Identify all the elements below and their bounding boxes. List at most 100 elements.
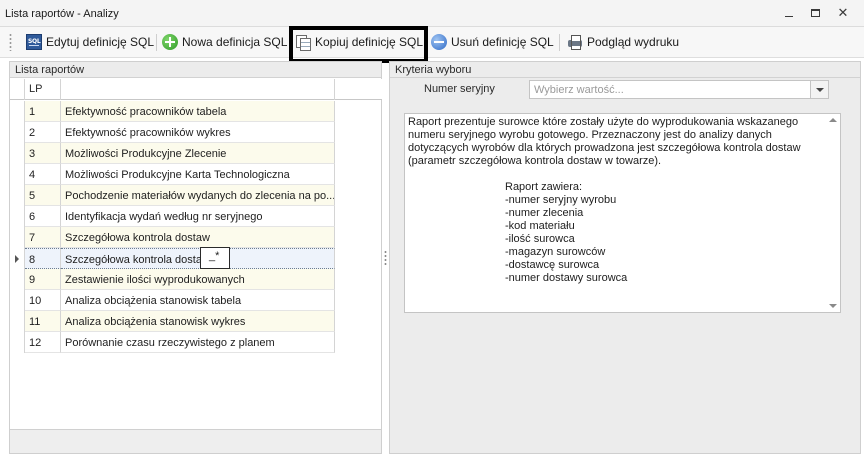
printer-icon xyxy=(567,34,583,50)
row-lp: 3 xyxy=(25,143,61,164)
serial-number-select[interactable]: Wybierz wartość... xyxy=(529,80,829,99)
maximize-button[interactable] xyxy=(804,5,826,21)
contents-line: Raport zawiera: xyxy=(505,181,583,193)
row-indicator xyxy=(10,311,25,332)
table-row[interactable]: 5 Pochodzenie materiałów wydanych do zlec… xyxy=(10,185,335,206)
row-indicator-header xyxy=(10,79,25,100)
table-row[interactable]: 6 Identyfikacja wydań według nr seryjnego xyxy=(10,206,335,227)
report-rows: 1 Efektywność pracowników tabela 2 Efektyw… xyxy=(10,101,382,353)
criteria-header: Kryteria wyboru xyxy=(390,62,860,78)
row-name: Analiza obciążenia stanowisk tabela xyxy=(61,290,335,311)
edit-sql-button[interactable]: Edytuj definicję SQL xyxy=(26,31,154,53)
row-name: Porównanie czasu rzeczywistego z planem xyxy=(61,332,335,353)
row-lp: 12 xyxy=(25,332,61,353)
row-name: Pochodzenie materiałów wydanych do zlece… xyxy=(61,185,335,206)
row-indicator xyxy=(10,269,25,290)
row-indicator xyxy=(10,101,25,122)
table-row[interactable]: 11 Analiza obciążenia stanowisk wykres xyxy=(10,311,335,332)
row-lp: 5 xyxy=(25,185,61,206)
minimize-icon xyxy=(785,15,793,17)
row-indicator xyxy=(10,227,25,248)
scroll-up-icon[interactable] xyxy=(829,118,837,122)
table-row[interactable]: 2 Efektywność pracowników wykres xyxy=(10,122,335,143)
minimize-button[interactable] xyxy=(778,5,800,21)
toolbar: Edytuj definicję SQL Nowa definicja SQL … xyxy=(0,27,864,58)
close-icon: ✕ xyxy=(837,5,849,20)
row-name: Efektywność pracowników wykres xyxy=(61,122,335,143)
row-lp: 4 xyxy=(25,164,61,185)
grid-footer xyxy=(10,429,381,453)
row-indicator-arrow-icon xyxy=(10,248,25,269)
contents-line: -magazyn surowców xyxy=(505,246,606,258)
add-icon xyxy=(162,34,178,50)
row-lp: 2 xyxy=(25,122,61,143)
title-bar: Lista raportów - Analizy ✕ xyxy=(0,0,864,27)
report-list-header: Lista raportów xyxy=(10,62,381,78)
row-lp: 11 xyxy=(25,311,61,332)
maximize-icon xyxy=(810,9,820,17)
toolbar-grip[interactable] xyxy=(9,33,12,51)
contents-line: -numer seryjny wyrobu xyxy=(505,194,617,206)
chevron-down-icon[interactable] xyxy=(810,81,828,98)
table-row[interactable]: 1 Efektywność pracowników tabela xyxy=(10,101,335,122)
row-name: Możliwości Produkcyjne Karta Technologic… xyxy=(61,164,335,185)
row-name: Analiza obciążenia stanowisk wykres xyxy=(61,311,335,332)
row-lp: 8 xyxy=(25,248,61,269)
delete-sql-label: Usuń definicję SQL xyxy=(451,35,554,49)
toolbar-separator xyxy=(156,34,157,51)
criteria-panel: Kryteria wyboru Numer seryjny Wybierz wa… xyxy=(389,61,861,454)
close-button[interactable]: ✕ xyxy=(832,5,854,21)
row-indicator xyxy=(10,143,25,164)
row-indicator xyxy=(10,185,25,206)
row-name: Efektywność pracowników tabela xyxy=(61,101,335,122)
contents-line: -kod materiału xyxy=(505,220,575,232)
row-lp: 7 xyxy=(25,227,61,248)
cell-edit-input[interactable]: _* xyxy=(200,247,230,269)
row-indicator xyxy=(10,206,25,227)
print-preview-button[interactable]: Podgląd wydruku xyxy=(567,31,679,53)
serial-number-label: Numer seryjny xyxy=(424,83,495,95)
serial-number-placeholder: Wybierz wartość... xyxy=(534,84,624,96)
toolbar-separator xyxy=(559,34,560,51)
row-name: Zestawienie ilości wyprodukowanych xyxy=(61,269,335,290)
row-lp: 10 xyxy=(25,290,61,311)
table-row[interactable]: 4 Możliwości Produkcyjne Karta Technologi… xyxy=(10,164,335,185)
scroll-down-icon[interactable] xyxy=(829,304,837,308)
table-row[interactable]: 7 Szczegółowa kontrola dostaw xyxy=(10,227,335,248)
column-header-name[interactable] xyxy=(61,79,335,100)
table-row[interactable]: 10 Analiza obciążenia stanowisk tabela xyxy=(10,290,335,311)
contents-line: -numer dostawy surowca xyxy=(505,272,628,284)
table-row-selected[interactable]: 8 Szczegółowa kontrola dostaw xyxy=(10,248,335,269)
remove-icon xyxy=(431,34,447,50)
report-description[interactable]: Raport prezentuje surowce które zostały … xyxy=(404,113,841,313)
new-sql-label: Nowa definicja SQL xyxy=(182,35,288,49)
row-name: Identyfikacja wydań według nr seryjnego xyxy=(61,206,335,227)
row-name: Szczegółowa kontrola dostaw xyxy=(61,248,335,269)
row-indicator xyxy=(10,290,25,311)
contents-line: -numer zlecenia xyxy=(505,207,584,219)
edit-sql-label: Edytuj definicję SQL xyxy=(46,35,155,49)
row-name: Możliwości Produkcyjne Zlecenie xyxy=(61,143,335,164)
new-sql-button[interactable]: Nowa definicja SQL xyxy=(162,31,287,53)
splitter-handle[interactable] xyxy=(384,250,387,266)
column-header-lp[interactable]: LP xyxy=(25,79,61,100)
sql-edit-icon xyxy=(26,34,42,50)
row-lp: 6 xyxy=(25,206,61,227)
contents-line: -ilość surowca xyxy=(505,233,575,245)
report-list-panel: Lista raportów LP 1 Efektywność pracownik… xyxy=(9,61,382,454)
row-indicator xyxy=(10,122,25,143)
window-title: Lista raportów - Analizy xyxy=(5,8,119,20)
table-row[interactable]: 9 Zestawienie ilości wyprodukowanych xyxy=(10,269,335,290)
table-row[interactable]: 3 Możliwości Produkcyjne Zlecenie xyxy=(10,143,335,164)
row-lp: 9 xyxy=(25,269,61,290)
row-lp: 1 xyxy=(25,101,61,122)
highlight-box xyxy=(289,26,428,63)
row-name: Szczegółowa kontrola dostaw xyxy=(61,227,335,248)
table-row[interactable]: 12 Porównanie czasu rzeczywistego z plane… xyxy=(10,332,335,353)
row-indicator xyxy=(10,164,25,185)
description-text: Raport prezentuje surowce które zostały … xyxy=(408,116,801,167)
report-contents-list: Raport zawiera: -numer seryjny wyrobu -n… xyxy=(505,181,627,285)
description-scrollbar[interactable] xyxy=(826,114,840,312)
print-preview-label: Podgląd wydruku xyxy=(587,35,680,49)
delete-sql-button[interactable]: Usuń definicję SQL xyxy=(431,31,554,53)
